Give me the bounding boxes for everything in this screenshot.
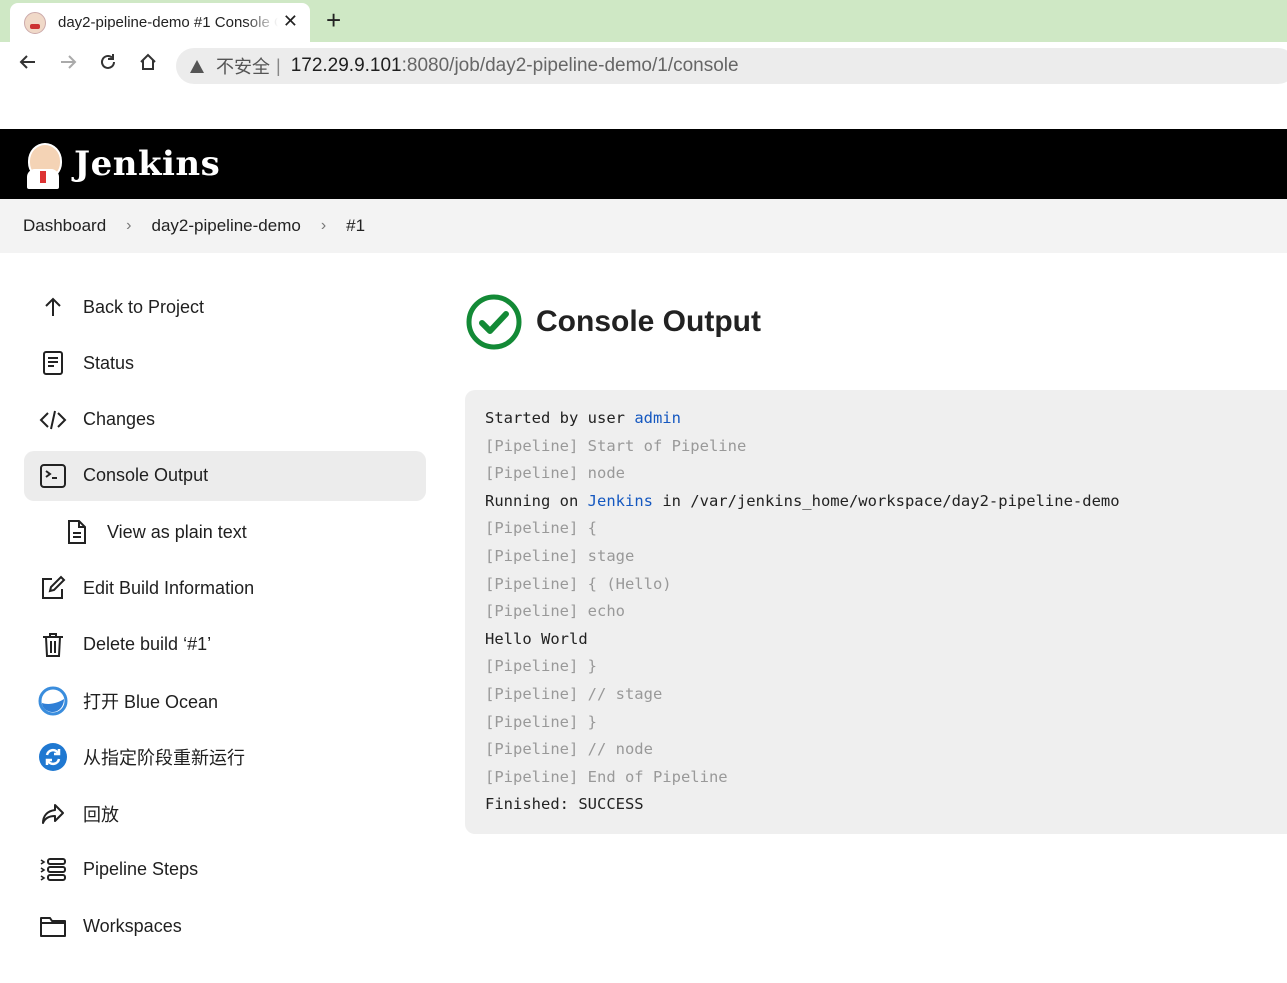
- console-line: Started by user admin: [485, 405, 1287, 433]
- restart-icon: [38, 742, 68, 772]
- sidebar-item-view-plain-text[interactable]: View as plain text: [24, 507, 426, 557]
- back-arrow-icon[interactable]: [14, 52, 42, 80]
- console-output-heading: Console Output: [466, 294, 761, 350]
- file-text-icon: [62, 517, 92, 547]
- console-line: [Pipeline] End of Pipeline: [485, 767, 728, 786]
- sidebar-item-workspaces[interactable]: Workspaces: [24, 901, 426, 951]
- console-line: [Pipeline] stage: [485, 546, 635, 565]
- breadcrumb: Dashboard › day2-pipeline-demo › #1: [0, 199, 1287, 253]
- list-icon: [38, 855, 68, 885]
- browser-tab[interactable]: day2-pipeline-demo #1 Console Output ✕: [10, 3, 310, 42]
- sidebar-item-status[interactable]: Status: [24, 338, 426, 388]
- sidebar-item-label: Workspaces: [83, 915, 182, 936]
- sidebar-item-changes[interactable]: Changes: [24, 395, 426, 445]
- jenkins-favicon-icon: [24, 11, 46, 34]
- console-line: Running on Jenkins in /var/jenkins_home/…: [485, 488, 1287, 516]
- sidebar-item-replay[interactable]: 回放: [24, 789, 426, 839]
- console-line: [Pipeline] { (Hello): [485, 574, 672, 593]
- blue-ocean-icon: [38, 686, 68, 716]
- security-label: 不安全: [216, 57, 270, 77]
- forward-arrow-icon[interactable]: [54, 52, 82, 80]
- user-link[interactable]: admin: [634, 409, 681, 427]
- browser-tab-bar: day2-pipeline-demo #1 Console Output ✕ +: [0, 0, 1287, 42]
- sidebar-item-label: 从指定阶段重新运行: [83, 748, 245, 769]
- close-tab-icon[interactable]: ✕: [283, 11, 298, 32]
- console-text: Running on: [485, 491, 588, 510]
- sidebar-item-blue-ocean[interactable]: 打开 Blue Ocean: [24, 676, 426, 726]
- node-link[interactable]: Jenkins: [588, 492, 653, 510]
- url-path: :8080/job/day2-pipeline-demo/1/console: [401, 55, 739, 76]
- edit-icon: [38, 573, 68, 603]
- console-line: [Pipeline] {: [485, 519, 597, 538]
- reload-icon[interactable]: [94, 52, 122, 80]
- arrow-up-icon: [38, 292, 68, 322]
- sidebar-item-back-to-project[interactable]: Back to Project: [24, 282, 426, 332]
- breadcrumb-build[interactable]: #1: [346, 216, 365, 236]
- console-line: Finished: SUCCESS: [485, 795, 644, 814]
- document-icon: [38, 348, 68, 378]
- new-tab-button[interactable]: +: [326, 6, 341, 34]
- console-line: [Pipeline] // node: [485, 740, 653, 759]
- sidebar-item-edit-build-information[interactable]: Edit Build Information: [24, 563, 426, 613]
- sidebar-item-label: Edit Build Information: [83, 577, 255, 598]
- console-text: in /var/jenkins_home/workspace/day2-pipe…: [652, 491, 1120, 510]
- sidebar-item-delete-build[interactable]: Delete build ‘#1’: [24, 620, 426, 670]
- warning-icon: [190, 59, 204, 73]
- sidebar-item-label: Back to Project: [83, 296, 205, 317]
- breadcrumb-job[interactable]: day2-pipeline-demo: [152, 216, 301, 236]
- breadcrumb-separator: ›: [320, 217, 327, 234]
- code-icon: [38, 405, 68, 435]
- breadcrumb-dashboard[interactable]: Dashboard: [23, 216, 106, 236]
- url-host: 172.29.9.101: [290, 55, 402, 76]
- sidebar: Back to Project Status Changes Console O…: [24, 282, 426, 958]
- sidebar-item-label: Delete build ‘#1’: [83, 634, 212, 655]
- terminal-icon: [38, 461, 68, 491]
- sidebar-item-label: Console Output: [83, 465, 209, 486]
- jenkins-logo-icon[interactable]: [24, 139, 62, 189]
- home-icon[interactable]: [134, 52, 162, 80]
- folder-icon: [38, 911, 68, 941]
- sidebar-item-label: 回放: [83, 804, 119, 825]
- console-line: Hello World: [485, 629, 588, 648]
- browser-toolbar: 不安全 | 172.29.9.101 :8080/job/day2-pipeli…: [0, 42, 1287, 90]
- sidebar-item-label: 打开 Blue Ocean: [83, 692, 219, 713]
- replay-icon: [38, 799, 68, 829]
- console-line: [Pipeline] }: [485, 657, 597, 676]
- jenkins-title[interactable]: Jenkins: [74, 144, 220, 184]
- console-line: [Pipeline] // stage: [485, 684, 663, 703]
- console-line: [Pipeline] }: [485, 712, 597, 731]
- sidebar-item-label: Changes: [83, 409, 156, 430]
- tab-title: day2-pipeline-demo #1 Console Output: [58, 14, 278, 31]
- console-line: [Pipeline] Start of Pipeline: [485, 436, 747, 455]
- sidebar-item-restart-from-stage[interactable]: 从指定阶段重新运行: [24, 732, 426, 782]
- console-line: [Pipeline] echo: [485, 602, 625, 621]
- page-title: Console Output: [536, 305, 761, 338]
- sidebar-item-label: View as plain text: [107, 521, 247, 542]
- address-bar[interactable]: 不安全 | 172.29.9.101 :8080/job/day2-pipeli…: [176, 48, 1287, 84]
- success-check-icon: [466, 294, 522, 350]
- sidebar-item-label: Pipeline Steps: [83, 859, 199, 880]
- jenkins-header: Jenkins: [0, 129, 1287, 199]
- sidebar-item-label: Status: [83, 352, 135, 373]
- console-output: Started by user admin [Pipeline] Start o…: [465, 390, 1287, 834]
- trash-icon: [38, 630, 68, 660]
- console-line: [Pipeline] node: [485, 464, 625, 483]
- sidebar-item-console-output[interactable]: Console Output: [24, 450, 426, 501]
- console-text: Started by user: [485, 409, 635, 427]
- url-separator: |: [276, 55, 281, 76]
- breadcrumb-separator: ›: [126, 217, 132, 234]
- sidebar-item-pipeline-steps[interactable]: Pipeline Steps: [24, 845, 426, 895]
